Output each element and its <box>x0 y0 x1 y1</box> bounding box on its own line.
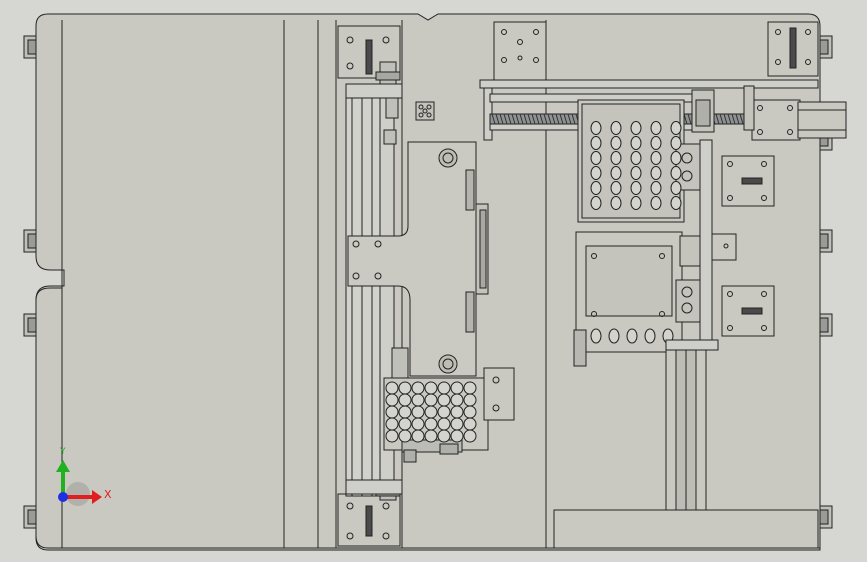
tube-circle <box>437 393 451 407</box>
tube-circle <box>398 393 412 407</box>
tube-circle <box>463 393 477 407</box>
tube-circle <box>411 381 425 395</box>
tube-circle <box>450 429 464 443</box>
small-connector <box>711 233 737 261</box>
sensor-bracket-upper <box>721 155 775 207</box>
tube-circle <box>626 328 638 344</box>
tube-circle <box>424 381 438 395</box>
tube-circle <box>590 166 602 180</box>
tube-circle <box>670 151 682 165</box>
tube-circle <box>610 121 622 135</box>
tube-circle <box>398 405 412 419</box>
triad-x-label: X <box>104 488 112 501</box>
tube-circle <box>590 196 602 210</box>
tube-circle <box>411 429 425 443</box>
tube-circle <box>424 393 438 407</box>
tube-circle <box>670 121 682 135</box>
tube-circle <box>385 393 399 407</box>
tube-circle <box>450 381 464 395</box>
top-mount-bracket <box>493 21 547 81</box>
tube-circle <box>670 181 682 195</box>
tube-circle <box>424 417 438 431</box>
tube-circle <box>610 181 622 195</box>
tube-circle <box>610 196 622 210</box>
tube-circle <box>630 121 642 135</box>
tube-circle <box>610 151 622 165</box>
tube-circle <box>450 417 464 431</box>
tube-circle <box>590 181 602 195</box>
tube-circle <box>424 429 438 443</box>
tube-circle <box>630 181 642 195</box>
tube-circle <box>590 151 602 165</box>
tube-circle <box>385 405 399 419</box>
tube-circle <box>398 417 412 431</box>
tube-circle <box>437 417 451 431</box>
tube-circle <box>385 417 399 431</box>
tube-circle <box>398 381 412 395</box>
tube-circle <box>463 417 477 431</box>
tube-circle <box>608 328 620 344</box>
tube-circle <box>385 429 399 443</box>
tube-circle <box>650 136 662 150</box>
tube-circle <box>630 196 642 210</box>
cad-viewport[interactable]: X Y <box>0 0 867 562</box>
triad-y-label: Y <box>59 447 66 457</box>
tube-circle <box>590 328 602 344</box>
tube-circle <box>630 151 642 165</box>
tube-circle <box>463 381 477 395</box>
tube-circle <box>670 196 682 210</box>
tube-circle <box>385 381 399 395</box>
bottom-right-base <box>553 509 819 549</box>
tube-circle <box>670 166 682 180</box>
tube-circle <box>630 136 642 150</box>
tube-circle <box>411 417 425 431</box>
tube-circle <box>398 429 412 443</box>
vertical-actuator-bottom-bracket <box>337 493 401 547</box>
tube-circle <box>610 136 622 150</box>
tube-circle <box>630 166 642 180</box>
tube-circle <box>437 381 451 395</box>
sensor-bracket-lower <box>721 285 775 337</box>
tube-circle <box>670 136 682 150</box>
top-right-mount-bracket <box>767 21 819 77</box>
tube-circle <box>424 405 438 419</box>
tube-circle <box>450 393 464 407</box>
tube-circle <box>450 405 464 419</box>
tube-circle <box>463 405 477 419</box>
tube-circle <box>650 151 662 165</box>
tube-circle <box>437 429 451 443</box>
tube-circle <box>650 121 662 135</box>
tube-circle <box>437 405 451 419</box>
cross-fixture <box>415 101 435 121</box>
tube-circle <box>650 181 662 195</box>
tube-circle <box>650 196 662 210</box>
tube-circle <box>590 136 602 150</box>
base-plate-lower-left <box>35 287 63 549</box>
tube-circle <box>650 166 662 180</box>
tube-circle <box>590 121 602 135</box>
tube-circle <box>644 328 656 344</box>
tube-circle <box>463 429 477 443</box>
gripper-tube-array <box>385 381 477 443</box>
tube-circle <box>411 393 425 407</box>
tube-circle <box>411 405 425 419</box>
tube-circle <box>610 166 622 180</box>
